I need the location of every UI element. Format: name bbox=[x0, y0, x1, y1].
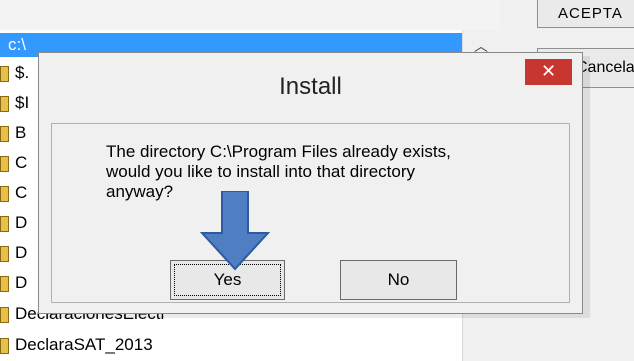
list-item-label: D bbox=[15, 213, 28, 232]
message-line: would you like to install into that dire… bbox=[106, 162, 415, 181]
no-button[interactable]: No bbox=[340, 260, 457, 300]
close-button[interactable]: ✕ bbox=[525, 59, 572, 85]
dialog-title: Install bbox=[279, 73, 342, 100]
list-item[interactable]: D bbox=[0, 208, 27, 238]
list-item-label: D bbox=[15, 273, 28, 292]
list-item[interactable]: $. bbox=[0, 58, 29, 88]
aceptar-button[interactable]: ACEPTA bbox=[537, 0, 634, 28]
list-item-label: $I bbox=[15, 93, 30, 112]
message-line: anyway? bbox=[106, 182, 174, 201]
folder-icon bbox=[0, 185, 9, 202]
folder-icon bbox=[0, 337, 9, 354]
list-item[interactable]: $I bbox=[0, 88, 29, 118]
list-item[interactable]: D bbox=[0, 268, 27, 298]
folder-icon bbox=[0, 245, 9, 262]
list-item-label: B bbox=[15, 123, 27, 142]
close-icon: ✕ bbox=[540, 61, 557, 82]
folder-icon bbox=[0, 306, 9, 323]
list-item[interactable]: DeclaraSAT_2013 bbox=[0, 330, 153, 360]
list-item-label: C bbox=[15, 153, 28, 172]
folder-icon bbox=[0, 275, 9, 292]
dialog-titlebar[interactable]: Install ✕ bbox=[39, 53, 582, 126]
folder-icon bbox=[0, 125, 9, 142]
list-item[interactable]: D bbox=[0, 238, 27, 268]
dialog-body: The directory C:\Program Files already e… bbox=[51, 123, 570, 303]
install-dialog: Install ✕ The directory C:\Program Files… bbox=[38, 52, 583, 314]
folder-icon bbox=[0, 65, 9, 82]
list-item-label: C bbox=[15, 183, 28, 202]
message-line: The directory C:\Program Files already e… bbox=[106, 142, 451, 161]
down-arrow-icon bbox=[200, 191, 270, 271]
folder-icon bbox=[0, 215, 9, 232]
list-item[interactable]: C bbox=[0, 148, 27, 178]
list-item[interactable]: C bbox=[0, 178, 27, 208]
folder-icon bbox=[0, 155, 9, 172]
dialog-message: The directory C:\Program Files already e… bbox=[106, 142, 556, 202]
list-item-label: $. bbox=[15, 63, 30, 82]
top-strip bbox=[0, 0, 500, 31]
list-item[interactable]: B bbox=[0, 118, 26, 148]
folder-icon bbox=[0, 95, 9, 112]
list-item-label: DeclaraSAT_2013 bbox=[15, 335, 153, 354]
list-item-label: D bbox=[15, 243, 28, 262]
